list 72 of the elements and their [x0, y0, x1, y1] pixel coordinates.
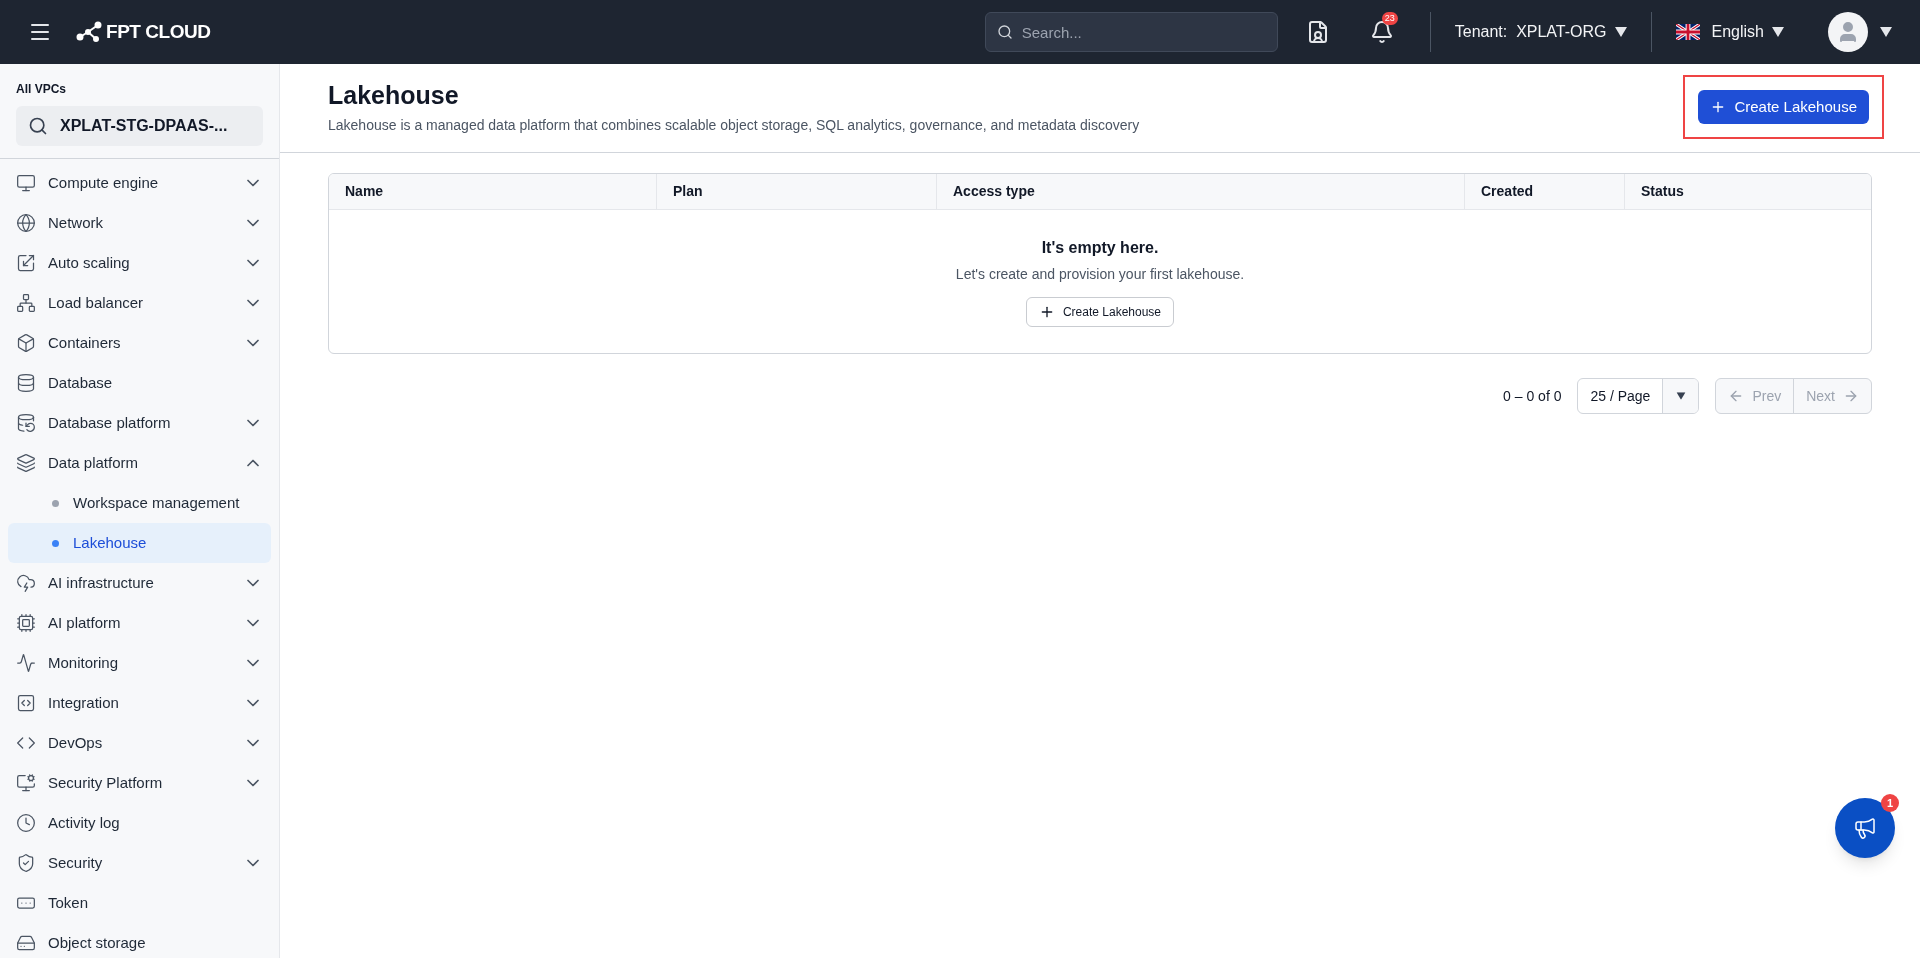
user-menu[interactable]	[1828, 12, 1892, 52]
sidebar-item[interactable]: Token	[0, 883, 279, 923]
sidebar-item[interactable]: Database platform	[0, 403, 279, 443]
caret-icon	[1880, 27, 1892, 37]
database-icon	[16, 413, 36, 433]
pulse-icon	[16, 653, 36, 673]
empty-text: Let's create and provision your first lakehouse.	[955, 265, 1245, 284]
database-icon	[16, 373, 36, 393]
sidebar-item[interactable]: DevOps	[0, 723, 279, 763]
api-icon	[16, 693, 36, 713]
sidebar-item[interactable]: Monitoring	[0, 643, 279, 683]
sidebar-item[interactable]: Database	[0, 363, 279, 403]
language-dropdown[interactable]: English	[1675, 20, 1784, 44]
sidebar-item[interactable]: Activity log	[0, 803, 279, 843]
brand-name: FPT CLOUD	[106, 19, 211, 44]
bell-icon[interactable]	[1369, 20, 1394, 44]
create-lakehouse-button[interactable]: Create Lakehouse	[1698, 90, 1869, 124]
scaling-icon	[16, 253, 36, 273]
monitor-icon	[16, 173, 36, 193]
arrow-right-icon	[1843, 388, 1859, 404]
avatar	[1828, 12, 1868, 52]
search-icon	[996, 24, 1013, 40]
create-lakehouse-button[interactable]: Create Lakehouse	[1025, 297, 1175, 327]
sidebar-subitem[interactable]: Workspace management	[8, 483, 271, 523]
clock-icon	[16, 813, 36, 833]
caret-icon	[1676, 392, 1686, 400]
sidebar-item[interactable]: Security Platform	[0, 763, 279, 803]
flag-icon	[1675, 24, 1700, 40]
cloud-lightning-icon	[16, 573, 36, 593]
network-icon	[16, 293, 36, 313]
column-header: Status	[1640, 182, 1685, 201]
sidebar-item[interactable]: AI infrastructure	[0, 563, 279, 603]
bullet-icon	[52, 539, 59, 547]
sidebar-item[interactable]: Auto scaling	[0, 243, 279, 283]
shield-icon	[16, 853, 36, 873]
column-header: Name	[329, 174, 657, 209]
sidebar-item[interactable]: Object storage	[0, 923, 279, 958]
page-size-dropdown[interactable]: 25 / Page	[1577, 378, 1700, 414]
column-header: Plan	[657, 174, 937, 209]
search-icon	[28, 116, 48, 136]
vpc-selector[interactable]: XPLAT-STG-DPAAS-...	[16, 106, 263, 146]
sidebar-item[interactable]: Network	[0, 203, 279, 243]
logo-icon	[76, 21, 102, 43]
chip-icon	[16, 613, 36, 633]
box-icon	[16, 333, 36, 353]
sidebar-item[interactable]: Containers	[0, 323, 279, 363]
caret-icon	[1772, 27, 1784, 37]
storage-icon	[16, 933, 36, 953]
sidebar-item[interactable]: Data platform	[0, 443, 279, 483]
sidebar-item[interactable]: Load balancer	[0, 283, 279, 323]
announcement-badge: 1	[1881, 794, 1899, 812]
pagination-range: 0 – 0 of 0	[1503, 386, 1562, 406]
layers-icon	[16, 453, 36, 473]
notification-badge: 23	[1381, 12, 1398, 25]
monitor-gear-icon	[16, 773, 36, 793]
column-header: Created	[1465, 174, 1625, 209]
vpc-label: All VPCs	[16, 81, 67, 98]
bullet-icon	[52, 499, 59, 507]
caret-icon	[1614, 27, 1627, 37]
sidebar-item[interactable]: Integration	[0, 683, 279, 723]
sidebar-item[interactable]: AI platform	[0, 603, 279, 643]
page-title: Lakehouse	[328, 80, 460, 111]
sidebar-subitem[interactable]: Lakehouse	[8, 523, 271, 563]
column-header: Access type	[937, 174, 1465, 209]
megaphone-icon	[1853, 816, 1877, 840]
page-description: Lakehouse is a managed data platform that combines scalable object storage, SQL analytics, governance, and metadata discovery	[328, 116, 1140, 135]
sidebar-item[interactable]: Security	[0, 843, 279, 883]
globe-icon	[16, 213, 36, 233]
empty-title: It's empty here.	[1041, 238, 1159, 258]
tenant-dropdown[interactable]: Tenant: XPLAT-ORG	[1454, 20, 1627, 44]
sidebar-item[interactable]: Compute engine	[0, 163, 279, 203]
search-field[interactable]: Search...	[984, 12, 1278, 52]
